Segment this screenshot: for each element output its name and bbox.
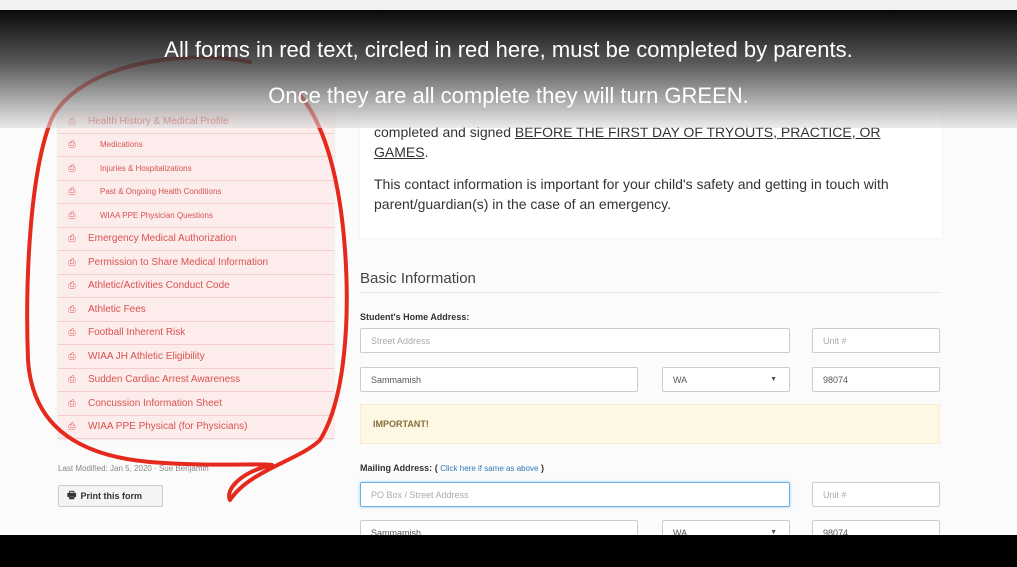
print-form-label: Print this form (80, 491, 142, 501)
chevron-down-icon: ▼ (770, 376, 777, 383)
form-list-item[interactable]: ⎙ Past & Ongoing Health Conditions (58, 180, 334, 204)
form-list-item-label: WIAA PPE Physician Questions (100, 210, 213, 220)
home-address-label: Student's Home Address: (360, 312, 470, 322)
form-list-item[interactable]: ⎙ WIAA PPE Physician Questions (58, 204, 334, 228)
forms-app: ⎙Health History & Medical Profile⎙Medica… (0, 0, 1017, 567)
mailing-unit-input[interactable]: Unit # (812, 482, 940, 507)
form-list-item[interactable]: ⎙ Injuries & Hospitalizations (58, 157, 334, 181)
pdf-icon: ⎙ (68, 327, 76, 338)
form-list-item[interactable]: ⎙ Football Inherent Risk (58, 321, 334, 345)
print-icon: 🖶 (67, 489, 77, 501)
section-divider (360, 292, 940, 293)
form-list-item-label: WIAA JH Athletic Eligibility (88, 350, 205, 362)
info-panel: completed and signed BEFORE THE FIRST DA… (360, 110, 942, 238)
form-list-item-label: Injuries & Hospitalizations (100, 163, 192, 173)
pdf-icon: ⎙ (68, 209, 76, 220)
pdf-icon: ⎙ (68, 280, 76, 291)
pdf-icon: ⎙ (68, 256, 76, 267)
form-list-item-label: Athletic/Activities Conduct Code (88, 280, 230, 292)
same-as-above-link[interactable]: Click here if same as above (440, 464, 538, 473)
section-title-basic-info: Basic Information (360, 270, 476, 287)
forms-sidebar: ⎙Health History & Medical Profile⎙Medica… (58, 110, 334, 439)
pdf-icon: ⎙ (68, 374, 76, 385)
caption-line-2: Once they are all complete they will tur… (268, 83, 749, 108)
form-list-item-label: Past & Ongoing Health Conditions (100, 187, 222, 197)
mailing-bracket-open: ( (434, 463, 438, 473)
home-state-select[interactable]: WA ▼ (662, 367, 790, 392)
pdf-icon: ⎙ (68, 421, 76, 432)
home-unit-input[interactable]: Unit # (812, 328, 940, 353)
form-list-item[interactable]: ⎙ Athletic/Activities Conduct Code (58, 274, 334, 298)
form-list-item-label: Football Inherent Risk (88, 327, 186, 339)
form-list-item-label: Sudden Cardiac Arrest Awareness (88, 374, 241, 386)
pdf-icon: ⎙ (68, 397, 76, 408)
important-alert: IMPORTANT! (360, 404, 940, 444)
pdf-icon: ⎙ (68, 186, 76, 197)
info-text-end: . (424, 144, 429, 160)
form-list-item-label: Permission to Share Medical Information (88, 256, 269, 268)
pdf-icon: ⎙ (68, 162, 76, 173)
pdf-icon: ⎙ (68, 303, 76, 314)
form-list-item-label: Emergency Medical Authorization (88, 233, 237, 245)
form-list-item[interactable]: ⎙ Medications (58, 133, 334, 157)
form-list-item[interactable]: ⎙ Sudden Cardiac Arrest Awareness (58, 368, 334, 392)
mailing-bracket-close: ) (541, 463, 544, 473)
pdf-icon: ⎙ (68, 233, 76, 244)
info-text-importance: This contact information is important fo… (374, 176, 889, 212)
home-street-input[interactable]: Street Address (360, 328, 790, 353)
caption-line-1: All forms in red text, circled in red he… (164, 37, 853, 62)
mailing-address-label: Mailing Address: ( Click here if same as… (360, 463, 544, 473)
form-list-item[interactable]: ⎙ WIAA PPE Physical (for Physicians) (58, 415, 334, 439)
form-list-item-label: Concussion Information Sheet (88, 397, 222, 409)
caption-overlay: All forms in red text, circled in red he… (0, 10, 1017, 128)
pdf-icon: ⎙ (68, 139, 76, 150)
form-list-item-label: Medications (100, 140, 143, 150)
form-list-item-label: Athletic Fees (88, 303, 146, 315)
home-state-value: WA (673, 374, 688, 385)
form-list-item[interactable]: ⎙ WIAA JH Athletic Eligibility (58, 345, 334, 369)
last-modified-text: Last Modified: Jan 5, 2020 · Sue Benjami… (58, 464, 209, 473)
form-list-item[interactable]: ⎙ Permission to Share Medical Information (58, 251, 334, 275)
mailing-label-text: Mailing Address: (360, 463, 433, 473)
letterbox-bottom (0, 535, 1017, 567)
form-list-item[interactable]: ⎙ Athletic Fees (58, 298, 334, 322)
mailing-street-input[interactable]: PO Box / Street Address (360, 482, 790, 507)
form-list-item[interactable]: ⎙ Concussion Information Sheet (58, 392, 334, 416)
home-city-input[interactable]: Sammamish (360, 367, 638, 392)
info-text-deadline: completed and signed BEFORE THE FIRST DA… (374, 122, 914, 162)
form-list-item-label: WIAA PPE Physical (for Physicians) (88, 421, 248, 433)
form-list-item[interactable]: ⎙ Emergency Medical Authorization (58, 227, 334, 251)
pdf-icon: ⎙ (68, 350, 76, 361)
home-zip-input[interactable]: 98074 (812, 367, 940, 392)
print-form-button[interactable]: 🖶 Print this form (58, 485, 163, 507)
